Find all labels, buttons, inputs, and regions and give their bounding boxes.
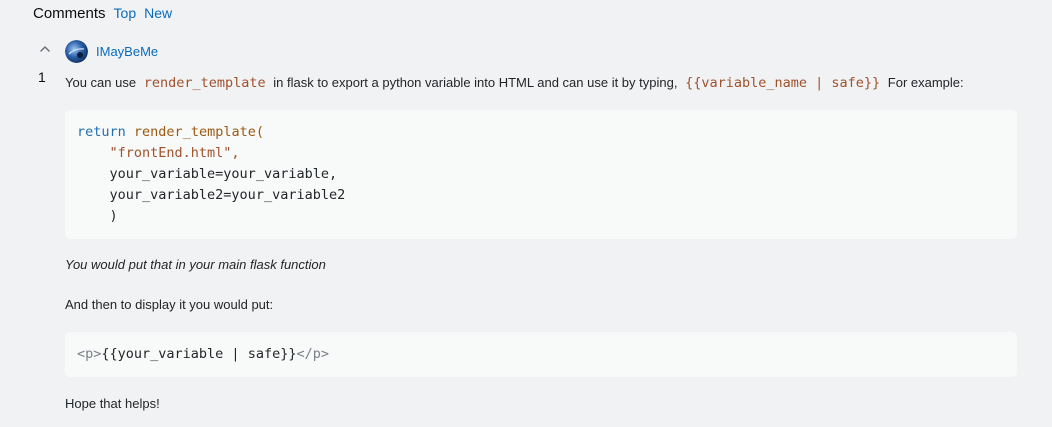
code-block: <p>{{your_variable | safe}}</p> [65, 332, 1017, 377]
vote-score: 1 [38, 69, 46, 85]
text: in flask to export a python variable int… [273, 75, 678, 90]
author-link[interactable]: IMayBeMe [96, 44, 158, 59]
sort-options: Top New [114, 5, 173, 21]
paragraph-display: And then to display it you would put: [65, 297, 274, 312]
code-tag: <p> [77, 346, 102, 362]
paragraph-intro: You can use render_template in flask to … [65, 70, 1017, 96]
code-keyword: return [77, 124, 126, 140]
text: For example: [887, 75, 964, 90]
inline-code: render_template [143, 75, 266, 91]
text: You can use [65, 75, 137, 90]
code-line: ) [109, 208, 118, 224]
code-line: your_variable2=your_variable2 [109, 187, 346, 203]
chevron-up-icon[interactable] [36, 40, 54, 58]
paragraph-closing: Hope that helps! [65, 396, 160, 411]
comments-header: Comments Top New [33, 5, 172, 25]
comment-body: You can use render_template in flask to … [65, 70, 1017, 411]
comment-author: IMayBeMe [65, 40, 158, 63]
sort-top-link[interactable]: Top [114, 5, 137, 21]
code-string: "frontEnd.html", [109, 145, 240, 161]
avatar[interactable] [65, 40, 88, 63]
vote-column [36, 40, 54, 58]
code-line: your_variable=your_variable, [109, 166, 338, 182]
code-function: render_template( [133, 124, 264, 140]
sort-new-link[interactable]: New [144, 5, 172, 21]
code-block: return render_template( "frontEnd.html",… [65, 110, 1017, 239]
code-line: {{your_variable | safe}} [101, 346, 297, 362]
code-tag: </p> [296, 346, 329, 362]
inline-code: {{variable_name | safe}} [685, 75, 881, 91]
comments-title: Comments [33, 5, 106, 22]
paragraph-note: You would put that in your main flask fu… [65, 257, 326, 272]
